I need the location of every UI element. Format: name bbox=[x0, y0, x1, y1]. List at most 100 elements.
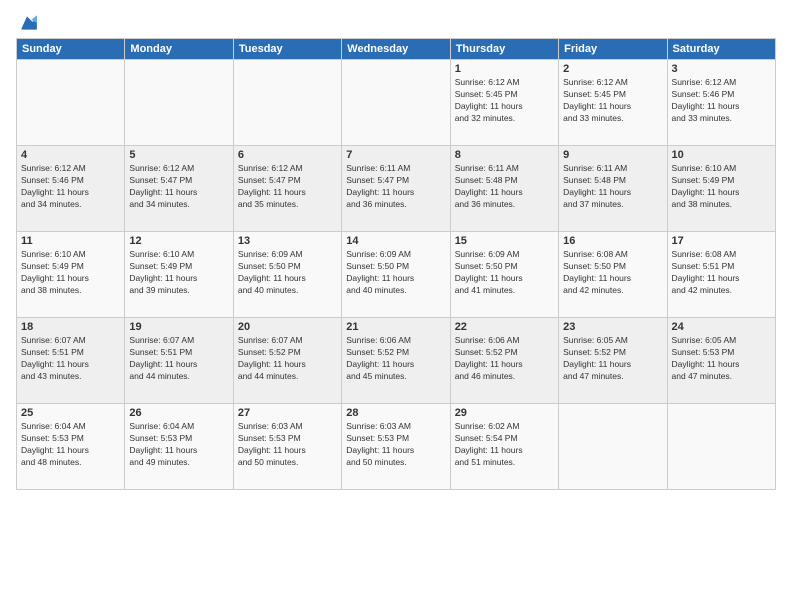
header-row: SundayMondayTuesdayWednesdayThursdayFrid… bbox=[17, 39, 776, 60]
day-cell: 17Sunrise: 6:08 AM Sunset: 5:51 PM Dayli… bbox=[667, 232, 775, 318]
day-info: Sunrise: 6:04 AM Sunset: 5:53 PM Dayligh… bbox=[129, 421, 228, 469]
day-info: Sunrise: 6:10 AM Sunset: 5:49 PM Dayligh… bbox=[129, 249, 228, 297]
day-cell: 3Sunrise: 6:12 AM Sunset: 5:46 PM Daylig… bbox=[667, 60, 775, 146]
day-info: Sunrise: 6:11 AM Sunset: 5:48 PM Dayligh… bbox=[563, 163, 662, 211]
day-number: 20 bbox=[238, 321, 337, 333]
day-info: Sunrise: 6:12 AM Sunset: 5:47 PM Dayligh… bbox=[238, 163, 337, 211]
day-info: Sunrise: 6:11 AM Sunset: 5:47 PM Dayligh… bbox=[346, 163, 445, 211]
day-info: Sunrise: 6:07 AM Sunset: 5:51 PM Dayligh… bbox=[21, 335, 120, 383]
day-number: 10 bbox=[672, 149, 771, 161]
day-info: Sunrise: 6:05 AM Sunset: 5:53 PM Dayligh… bbox=[672, 335, 771, 383]
day-info: Sunrise: 6:02 AM Sunset: 5:54 PM Dayligh… bbox=[455, 421, 554, 469]
day-number: 26 bbox=[129, 407, 228, 419]
day-cell: 26 Sunrise: 6:04 AM Sunset: 5:53 PM Dayli… bbox=[125, 404, 233, 490]
day-info: Sunrise: 6:04 AM Sunset: 5:53 PM Dayligh… bbox=[21, 421, 120, 469]
day-info: Sunrise: 6:12 AM Sunset: 5:45 PM Dayligh… bbox=[455, 77, 554, 125]
week-row-2: 4 Sunrise: 6:12 AM Sunset: 5:46 PM Daylig… bbox=[17, 146, 776, 232]
day-cell bbox=[233, 60, 341, 146]
day-info: Sunrise: 6:12 AM Sunset: 5:46 PM Dayligh… bbox=[21, 163, 120, 211]
day-cell: 9Sunrise: 6:11 AM Sunset: 5:48 PM Daylig… bbox=[559, 146, 667, 232]
header-cell-wednesday: Wednesday bbox=[342, 39, 450, 60]
day-cell: 7 Sunrise: 6:11 AM Sunset: 5:47 PM Daylig… bbox=[342, 146, 450, 232]
day-cell: 6 Sunrise: 6:12 AM Sunset: 5:47 PM Daylig… bbox=[233, 146, 341, 232]
day-info: Sunrise: 6:03 AM Sunset: 5:53 PM Dayligh… bbox=[238, 421, 337, 469]
day-cell: 2 Sunrise: 6:12 AM Sunset: 5:45 PM Daylig… bbox=[559, 60, 667, 146]
day-info: Sunrise: 6:10 AM Sunset: 5:49 PM Dayligh… bbox=[21, 249, 120, 297]
day-cell: 16Sunrise: 6:08 AM Sunset: 5:50 PM Dayli… bbox=[559, 232, 667, 318]
day-cell: 21Sunrise: 6:06 AM Sunset: 5:52 PM Dayli… bbox=[342, 318, 450, 404]
header-cell-tuesday: Tuesday bbox=[233, 39, 341, 60]
day-cell: 25 Sunrise: 6:04 AM Sunset: 5:53 PM Dayli… bbox=[17, 404, 125, 490]
day-number: 1 bbox=[455, 63, 554, 75]
calendar-header: SundayMondayTuesdayWednesdayThursdayFrid… bbox=[17, 39, 776, 60]
day-cell: 14Sunrise: 6:09 AM Sunset: 5:50 PM Dayli… bbox=[342, 232, 450, 318]
logo bbox=[16, 16, 40, 34]
day-number: 16 bbox=[563, 235, 662, 247]
day-number: 5 bbox=[129, 149, 228, 161]
day-info: Sunrise: 6:11 AM Sunset: 5:48 PM Dayligh… bbox=[455, 163, 554, 211]
week-row-1: 1 Sunrise: 6:12 AM Sunset: 5:45 PM Daylig… bbox=[17, 60, 776, 146]
week-row-4: 18Sunrise: 6:07 AM Sunset: 5:51 PM Dayli… bbox=[17, 318, 776, 404]
day-info: Sunrise: 6:03 AM Sunset: 5:53 PM Dayligh… bbox=[346, 421, 445, 469]
day-cell bbox=[125, 60, 233, 146]
day-info: Sunrise: 6:09 AM Sunset: 5:50 PM Dayligh… bbox=[238, 249, 337, 297]
day-number: 23 bbox=[563, 321, 662, 333]
day-cell: 11 Sunrise: 6:10 AM Sunset: 5:49 PM Dayli… bbox=[17, 232, 125, 318]
day-cell: 22 Sunrise: 6:06 AM Sunset: 5:52 PM Dayli… bbox=[450, 318, 558, 404]
header-cell-thursday: Thursday bbox=[450, 39, 558, 60]
day-cell: 28 Sunrise: 6:03 AM Sunset: 5:53 PM Dayli… bbox=[342, 404, 450, 490]
day-number: 2 bbox=[563, 63, 662, 75]
day-number: 29 bbox=[455, 407, 554, 419]
header-cell-monday: Monday bbox=[125, 39, 233, 60]
day-cell: 12 Sunrise: 6:10 AM Sunset: 5:49 PM Dayli… bbox=[125, 232, 233, 318]
day-cell: 27 Sunrise: 6:03 AM Sunset: 5:53 PM Dayli… bbox=[233, 404, 341, 490]
logo-icon bbox=[16, 12, 38, 34]
day-number: 27 bbox=[238, 407, 337, 419]
day-info: Sunrise: 6:10 AM Sunset: 5:49 PM Dayligh… bbox=[672, 163, 771, 211]
day-info: Sunrise: 6:07 AM Sunset: 5:51 PM Dayligh… bbox=[129, 335, 228, 383]
day-number: 6 bbox=[238, 149, 337, 161]
day-info: Sunrise: 6:09 AM Sunset: 5:50 PM Dayligh… bbox=[455, 249, 554, 297]
day-cell: 13 Sunrise: 6:09 AM Sunset: 5:50 PM Dayli… bbox=[233, 232, 341, 318]
day-cell: 8 Sunrise: 6:11 AM Sunset: 5:48 PM Daylig… bbox=[450, 146, 558, 232]
calendar-body: 1 Sunrise: 6:12 AM Sunset: 5:45 PM Daylig… bbox=[17, 60, 776, 490]
day-cell: 5 Sunrise: 6:12 AM Sunset: 5:47 PM Daylig… bbox=[125, 146, 233, 232]
day-cell: 24 Sunrise: 6:05 AM Sunset: 5:53 PM Dayli… bbox=[667, 318, 775, 404]
day-number: 15 bbox=[455, 235, 554, 247]
day-cell bbox=[559, 404, 667, 490]
day-info: Sunrise: 6:12 AM Sunset: 5:45 PM Dayligh… bbox=[563, 77, 662, 125]
day-number: 11 bbox=[21, 235, 120, 247]
day-cell: 15 Sunrise: 6:09 AM Sunset: 5:50 PM Dayli… bbox=[450, 232, 558, 318]
day-cell bbox=[667, 404, 775, 490]
header-cell-sunday: Sunday bbox=[17, 39, 125, 60]
day-number: 7 bbox=[346, 149, 445, 161]
day-number: 28 bbox=[346, 407, 445, 419]
day-number: 4 bbox=[21, 149, 120, 161]
day-info: Sunrise: 6:08 AM Sunset: 5:51 PM Dayligh… bbox=[672, 249, 771, 297]
day-number: 12 bbox=[129, 235, 228, 247]
day-cell: 29 Sunrise: 6:02 AM Sunset: 5:54 PM Dayli… bbox=[450, 404, 558, 490]
day-number: 13 bbox=[238, 235, 337, 247]
week-row-3: 11 Sunrise: 6:10 AM Sunset: 5:49 PM Dayli… bbox=[17, 232, 776, 318]
header-cell-friday: Friday bbox=[559, 39, 667, 60]
day-number: 24 bbox=[672, 321, 771, 333]
day-number: 19 bbox=[129, 321, 228, 333]
header-cell-saturday: Saturday bbox=[667, 39, 775, 60]
day-info: Sunrise: 6:12 AM Sunset: 5:47 PM Dayligh… bbox=[129, 163, 228, 211]
day-info: Sunrise: 6:07 AM Sunset: 5:52 PM Dayligh… bbox=[238, 335, 337, 383]
day-number: 8 bbox=[455, 149, 554, 161]
day-info: Sunrise: 6:12 AM Sunset: 5:46 PM Dayligh… bbox=[672, 77, 771, 125]
day-cell: 1 Sunrise: 6:12 AM Sunset: 5:45 PM Daylig… bbox=[450, 60, 558, 146]
day-number: 25 bbox=[21, 407, 120, 419]
day-cell: 23 Sunrise: 6:05 AM Sunset: 5:52 PM Dayli… bbox=[559, 318, 667, 404]
day-number: 14 bbox=[346, 235, 445, 247]
day-cell bbox=[342, 60, 450, 146]
day-info: Sunrise: 6:06 AM Sunset: 5:52 PM Dayligh… bbox=[455, 335, 554, 383]
day-cell: 20 Sunrise: 6:07 AM Sunset: 5:52 PM Dayli… bbox=[233, 318, 341, 404]
day-cell: 10 Sunrise: 6:10 AM Sunset: 5:49 PM Dayli… bbox=[667, 146, 775, 232]
day-info: Sunrise: 6:05 AM Sunset: 5:52 PM Dayligh… bbox=[563, 335, 662, 383]
day-cell: 19 Sunrise: 6:07 AM Sunset: 5:51 PM Dayli… bbox=[125, 318, 233, 404]
day-number: 22 bbox=[455, 321, 554, 333]
header bbox=[16, 12, 776, 34]
calendar-table: SundayMondayTuesdayWednesdayThursdayFrid… bbox=[16, 38, 776, 490]
